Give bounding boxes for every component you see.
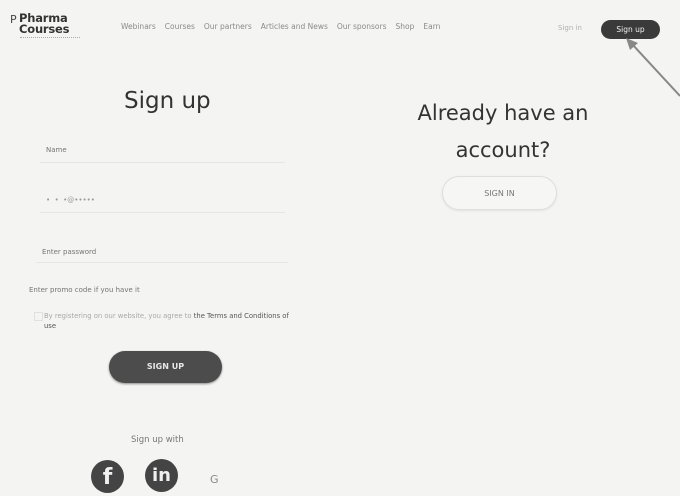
name-field[interactable] xyxy=(46,146,276,154)
linkedin-icon[interactable]: in xyxy=(145,459,178,492)
terms-prefix: By registering on our website, you agree… xyxy=(44,312,194,320)
header-signup-button[interactable]: Sign up xyxy=(601,20,660,39)
logo-mark-icon: P xyxy=(10,13,17,26)
nav-item-articles[interactable]: Articles and News xyxy=(261,22,328,31)
nav-item-webinars[interactable]: Webinars xyxy=(121,22,156,31)
main-nav: Webinars Courses Our partners Articles a… xyxy=(121,22,440,31)
logo[interactable]: P Pharma Courses xyxy=(10,11,80,39)
nav-item-sponsors[interactable]: Our sponsors xyxy=(337,22,387,31)
terms-text: By registering on our website, you agree… xyxy=(44,311,294,331)
logo-underline xyxy=(20,37,80,39)
terms-checkbox[interactable] xyxy=(34,312,43,321)
header-signin-link[interactable]: Sign in xyxy=(558,24,582,32)
promo-code-field[interactable] xyxy=(29,286,279,294)
password-field[interactable] xyxy=(42,248,282,256)
arrow-annotation-icon xyxy=(626,38,680,97)
signin-button[interactable]: SIGN IN xyxy=(442,176,557,210)
nav-item-courses[interactable]: Courses xyxy=(165,22,195,31)
nav-item-partners[interactable]: Our partners xyxy=(204,22,252,31)
signup-title: Sign up xyxy=(124,88,211,114)
email-field-underline xyxy=(40,212,285,213)
logo-text-courses: Courses xyxy=(19,22,70,36)
already-account-title: Already have an account? xyxy=(417,101,589,162)
name-field-underline xyxy=(40,162,285,163)
nav-item-earn[interactable]: Earn xyxy=(423,22,440,31)
social-signup-label: Sign up with xyxy=(131,435,184,445)
email-field[interactable] xyxy=(46,196,276,204)
password-field-underline xyxy=(36,262,288,263)
signup-submit-button[interactable]: SIGN UP xyxy=(109,351,222,383)
nav-item-shop[interactable]: Shop xyxy=(396,22,415,31)
facebook-icon[interactable]: f xyxy=(91,460,124,493)
google-icon[interactable]: G xyxy=(210,473,219,486)
